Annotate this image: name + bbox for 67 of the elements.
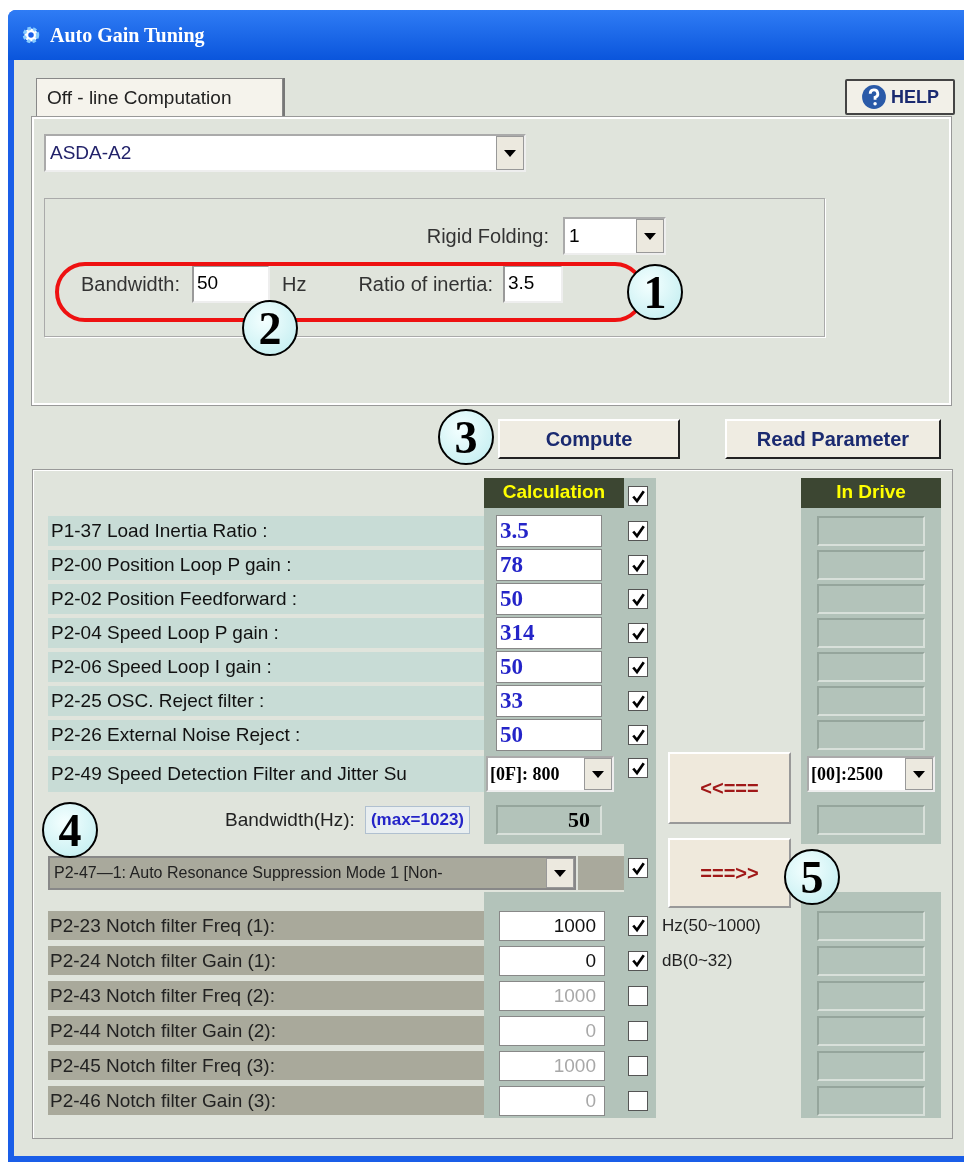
write-button[interactable]: ===>> [668, 838, 791, 908]
value-field[interactable]: 78 [496, 549, 602, 581]
help-icon [861, 84, 887, 110]
help-button[interactable]: HELP [845, 79, 955, 115]
parameter-label: P2-00 Position Loop P gain : [48, 550, 484, 580]
ratio-field[interactable]: 3.5 [502, 265, 563, 303]
value-field[interactable]: 0 [499, 945, 605, 976]
checkbox[interactable] [628, 623, 648, 643]
value-field[interactable]: 1000 [499, 910, 605, 941]
value-field[interactable]: 314 [496, 617, 602, 649]
read-back-button[interactable]: <<=== [668, 752, 791, 824]
range-label: dB(0~32) [662, 950, 733, 971]
checkbox[interactable] [628, 657, 648, 677]
parameter-label: P2-06 Speed Loop I gain : [48, 652, 484, 682]
value-field[interactable]: 50 [496, 583, 602, 615]
value-field[interactable]: 50 [496, 651, 602, 683]
parameter-label: P2-04 Speed Loop P gain : [48, 618, 484, 648]
notch-label: P2-45 Notch filter Freq (3): [48, 1051, 484, 1080]
checkbox[interactable] [628, 521, 648, 541]
checkbox[interactable] [628, 1020, 648, 1041]
checkbox[interactable] [628, 486, 648, 506]
field-label: Rigid Folding: [426, 224, 549, 248]
checkbox[interactable] [628, 1090, 648, 1111]
field-label: Ratio of inertia: [358, 272, 493, 296]
range-label: Hz(50~1000) [662, 915, 761, 936]
unit-label: Hz [281, 272, 307, 296]
notch-label: P2-24 Notch filter Gain (1): [48, 946, 484, 975]
checkbox[interactable] [628, 985, 648, 1006]
parameter-label: P2-25 OSC. Reject filter : [48, 686, 484, 716]
in-drive-dropdown[interactable]: [00]:2500 [807, 756, 935, 792]
column-header: Calculation [484, 478, 624, 508]
checkbox[interactable] [628, 758, 648, 778]
field-label: Bandwidth: [81, 272, 180, 296]
window-title: Auto Gain Tuning [50, 23, 205, 47]
parameter-label: P2-02 Position Feedforward : [48, 584, 484, 614]
bandwidth-value: 50 [496, 805, 602, 835]
checkbox[interactable] [628, 691, 648, 711]
filter-dropdown[interactable]: [0F]: 800 [486, 756, 614, 792]
checkbox[interactable] [628, 950, 648, 971]
notch-label: P2-23 Notch filter Freq (1): [48, 911, 484, 940]
checkbox[interactable] [628, 915, 648, 936]
tab[interactable]: Off - line Computation [36, 78, 283, 117]
read-parameter-button[interactable]: Read Parameter [725, 419, 941, 459]
rigid-folding-dropdown[interactable]: 1 [563, 217, 666, 255]
checkbox[interactable] [628, 1055, 648, 1076]
column-header: In Drive [801, 478, 941, 508]
parameter-label: P2-49 Speed Detection Filter and Jitter Su [48, 756, 484, 792]
notch-label: P2-44 Notch filter Gain (2): [48, 1016, 484, 1045]
parameter-label: P1-37 Load Inertia Ratio : [48, 516, 484, 546]
checkbox[interactable] [628, 858, 648, 878]
blank-field [578, 856, 624, 890]
checkbox[interactable] [628, 725, 648, 745]
gear-icon [20, 24, 42, 46]
value-field[interactable]: 50 [496, 719, 602, 751]
model-dropdown[interactable]: ASDA-A2 [44, 134, 526, 172]
value-field[interactable]: 3.5 [496, 515, 602, 547]
resonance-mode-dropdown[interactable]: P2-47—1: Auto Resonance Suppression Mode 1 [Non- [48, 856, 577, 890]
checkbox[interactable] [628, 555, 648, 575]
parameter-label: P2-26 External Noise Reject : [48, 720, 484, 750]
notch-label: P2-43 Notch filter Freq (2): [48, 981, 484, 1010]
max-hint: (max=1023) [364, 806, 470, 834]
value-field[interactable]: 33 [496, 685, 602, 717]
bandwidth-label: Bandwidth(Hz): [225, 809, 355, 831]
bandwidth-field[interactable]: 50 [191, 265, 270, 303]
compute-button[interactable]: Compute [498, 419, 680, 459]
notch-label: P2-46 Notch filter Gain (3): [48, 1086, 484, 1115]
checkbox[interactable] [628, 589, 648, 609]
